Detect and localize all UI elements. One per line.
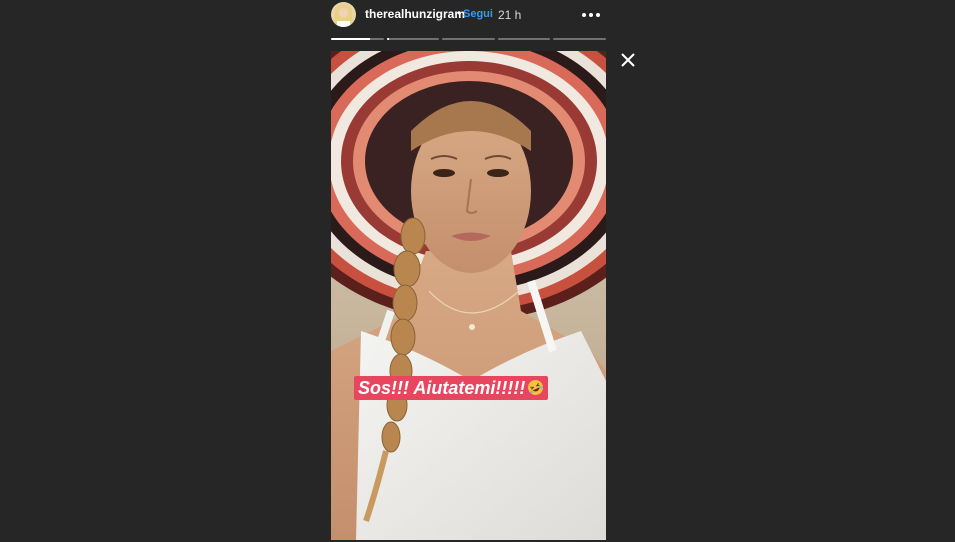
avatar[interactable]	[331, 2, 356, 27]
progress-segment	[553, 38, 606, 40]
story-media[interactable]: Sos!!! Aiutatemi!!!!!	[331, 51, 606, 540]
progress-segment	[386, 38, 440, 40]
more-options-icon[interactable]	[579, 3, 603, 25]
story-header: therealhunzigram • Segui 21 h	[331, 0, 606, 30]
timestamp: 21 h	[498, 8, 522, 22]
avatar-image	[331, 2, 356, 27]
progress-segment	[331, 38, 384, 40]
follow-button[interactable]: Segui	[463, 8, 493, 20]
progress-fill	[386, 38, 390, 40]
story-progress-bar	[331, 38, 606, 40]
progress-fill	[331, 38, 371, 40]
username[interactable]: therealhunzigram	[365, 7, 465, 21]
progress-segment	[497, 38, 551, 40]
story-viewer: therealhunzigram • Segui 21 h Sos!!! Aiu…	[0, 0, 955, 542]
separator-dot: •	[457, 6, 462, 20]
story-caption: Sos!!! Aiutatemi!!!!!	[354, 376, 549, 400]
rolling-on-floor-laughing-icon	[527, 378, 544, 395]
caption-text: Sos!!! Aiutatemi!!!!!	[358, 378, 526, 398]
progress-segment	[442, 38, 495, 40]
story-photo	[331, 51, 606, 540]
close-icon[interactable]	[619, 51, 637, 69]
